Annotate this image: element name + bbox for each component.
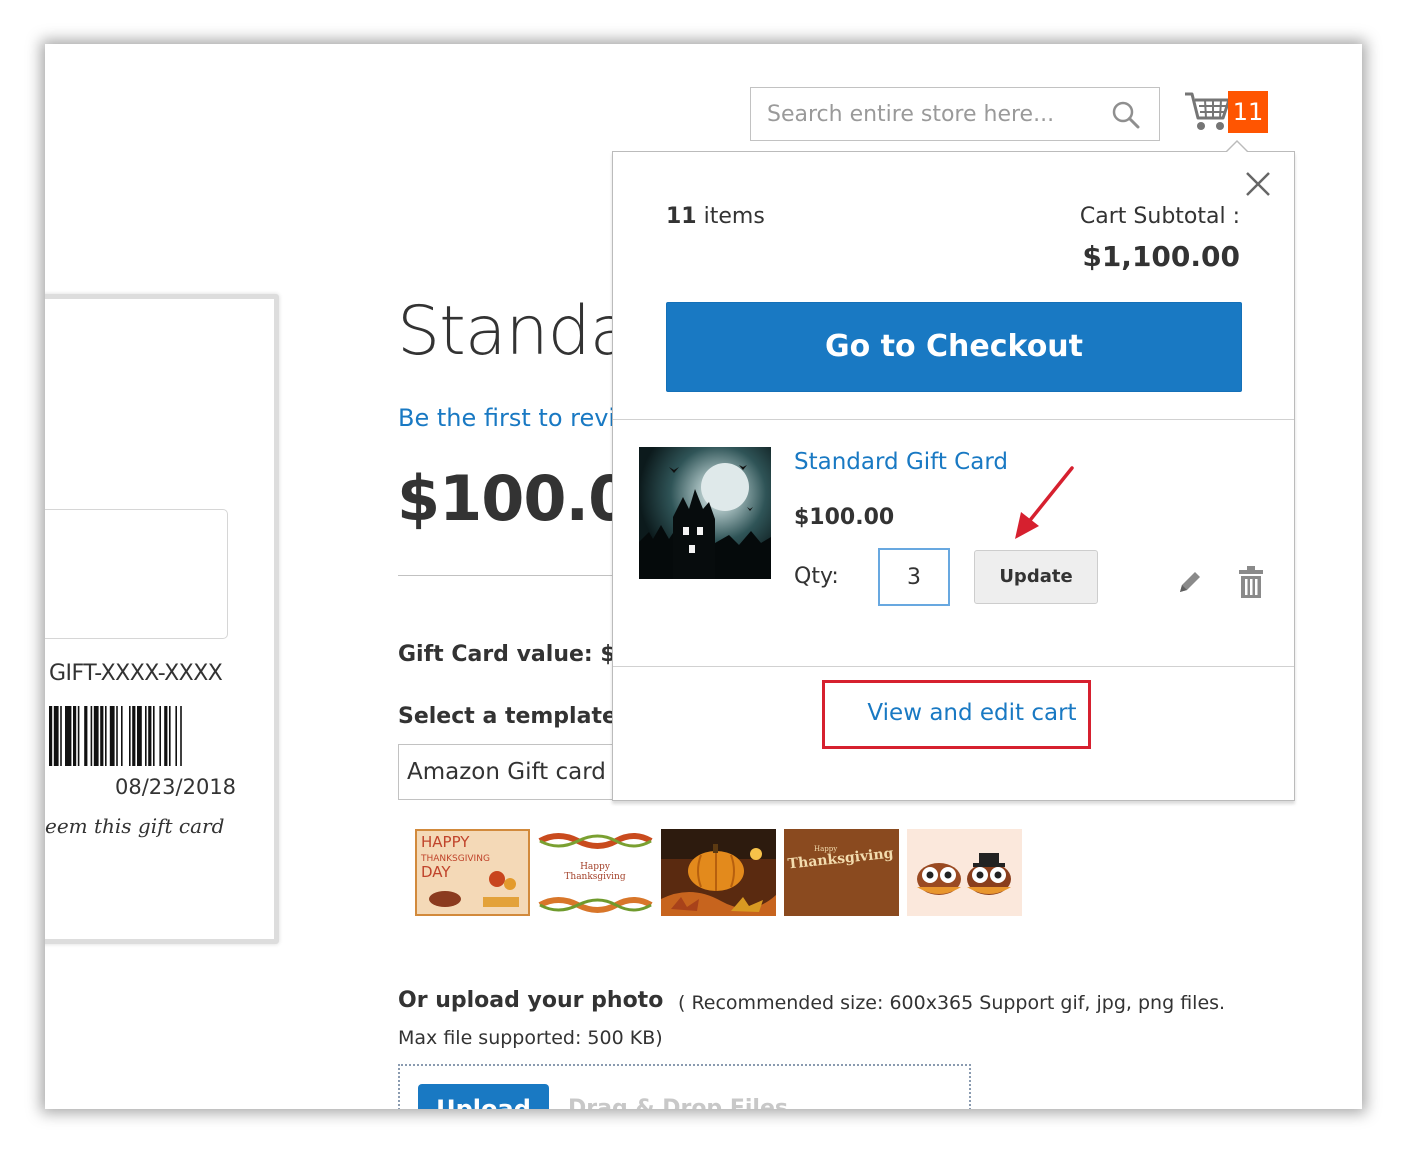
divider (613, 666, 1294, 667)
template-thumb-thanksgiving-brown[interactable]: Thanksgiving Happy (784, 829, 899, 916)
trash-icon[interactable] (1238, 565, 1264, 599)
svg-text:HAPPY: HAPPY (421, 833, 470, 851)
shopping-cart-icon[interactable] (1183, 90, 1233, 134)
pencil-icon[interactable] (1176, 568, 1204, 596)
minicart-items-count: 11 items (666, 204, 765, 229)
close-icon[interactable] (1242, 168, 1274, 200)
search-box (750, 87, 1160, 141)
divider (398, 575, 638, 576)
gift-card-code: GIFT-XXXX-XXXX (49, 661, 223, 686)
svg-text:Happy: Happy (814, 845, 837, 853)
template-thumb-happy-thanksgiving[interactable]: Happy Thanksgiving (538, 829, 653, 916)
update-button[interactable]: Update (974, 550, 1098, 604)
upload-photo-label: Or upload your photo (398, 988, 664, 1013)
upload-recommendation: ( Recommended size: 600x365 Support gif,… (678, 992, 1226, 1014)
svg-text:DAY: DAY (421, 863, 451, 881)
items-count-label: items (703, 204, 765, 229)
barcode-image (49, 706, 182, 766)
upload-button[interactable]: Upload (418, 1084, 549, 1109)
search-input[interactable] (751, 88, 1101, 140)
select-template-label: Select a template (398, 704, 617, 729)
gift-card-redeem-text: eem this gift card (45, 814, 225, 838)
product-title: Standa (397, 292, 631, 371)
template-thumb-thanksgiving-day[interactable]: HAPPY THANKSGIVING DAY (415, 829, 530, 916)
dropdown-caret-fill (1226, 142, 1248, 153)
search-icon[interactable] (1111, 100, 1141, 130)
gift-card-message-area (45, 509, 228, 639)
svg-text:Happy: Happy (580, 862, 611, 872)
qty-input[interactable] (878, 548, 950, 606)
product-thumbnail-image[interactable] (639, 447, 771, 579)
browser-page: 11 GIFT-XXXX-XXXX 08/23/2018 eem this gi… (45, 44, 1362, 1109)
divider (613, 419, 1294, 420)
first-review-link[interactable]: Be the first to revie (398, 404, 630, 432)
cart-count-badge[interactable]: 11 (1228, 91, 1268, 133)
gift-card-value-label: Gift Card value: $ (398, 642, 616, 667)
cart-subtotal-value: $1,100.00 (1082, 240, 1240, 273)
template-thumb-pumpkin[interactable] (661, 829, 776, 916)
svg-text:Thanksgiving: Thanksgiving (564, 872, 625, 882)
upload-max-size: Max file supported: 500 KB) (398, 1027, 663, 1049)
template-thumb-owls[interactable] (907, 829, 1022, 916)
annotation-highlight-box (822, 680, 1091, 749)
cart-item-price: $100.00 (794, 505, 895, 530)
cart-item-name-link[interactable]: Standard Gift Card (794, 449, 1008, 475)
annotation-arrow-icon (1015, 466, 1074, 539)
items-count-number: 11 (666, 204, 697, 229)
cart-subtotal-label: Cart Subtotal : (1079, 204, 1240, 229)
qty-label: Qty: (794, 564, 839, 589)
gift-card-expiry-date: 08/23/2018 (115, 775, 237, 799)
go-to-checkout-button[interactable]: Go to Checkout (666, 302, 1242, 392)
drag-drop-text: Drag & Drop Files (568, 1096, 788, 1109)
